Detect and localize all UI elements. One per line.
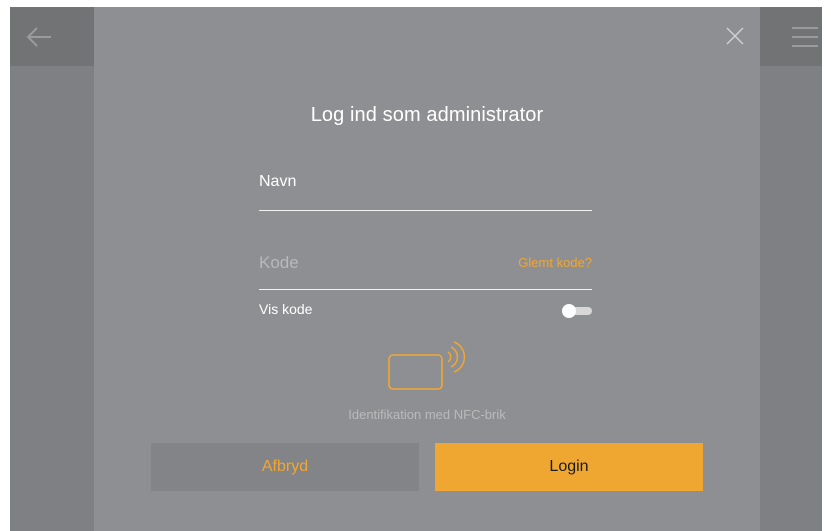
show-code-label: Vis kode bbox=[259, 301, 313, 317]
admin-login-dialog: Log ind som administrator Navn Kode Glem… bbox=[94, 7, 760, 531]
close-icon bbox=[726, 27, 744, 45]
name-field-value: Navn bbox=[259, 173, 297, 190]
code-field[interactable]: Kode Glemt kode? bbox=[259, 248, 592, 290]
cancel-button[interactable]: Afbryd bbox=[151, 443, 419, 491]
app-screen: Log ind som administrator Navn Kode Glem… bbox=[10, 7, 822, 531]
menu-button[interactable] bbox=[790, 22, 820, 52]
close-button[interactable] bbox=[724, 25, 746, 47]
toggle-knob bbox=[562, 304, 576, 318]
forgot-code-link[interactable]: Glemt kode? bbox=[518, 255, 592, 270]
arrow-left-icon bbox=[26, 27, 51, 47]
code-field-placeholder: Kode bbox=[259, 253, 299, 272]
login-button[interactable]: Login bbox=[435, 443, 703, 491]
back-button[interactable] bbox=[24, 22, 54, 52]
show-code-toggle[interactable] bbox=[562, 304, 592, 318]
nfc-card-icon bbox=[388, 341, 466, 390]
dialog-title: Log ind som administrator bbox=[310, 104, 544, 126]
name-field[interactable]: Navn bbox=[259, 168, 592, 211]
hamburger-menu-icon bbox=[792, 27, 818, 47]
nfc-label: Identifikation med NFC-brik bbox=[348, 407, 506, 422]
